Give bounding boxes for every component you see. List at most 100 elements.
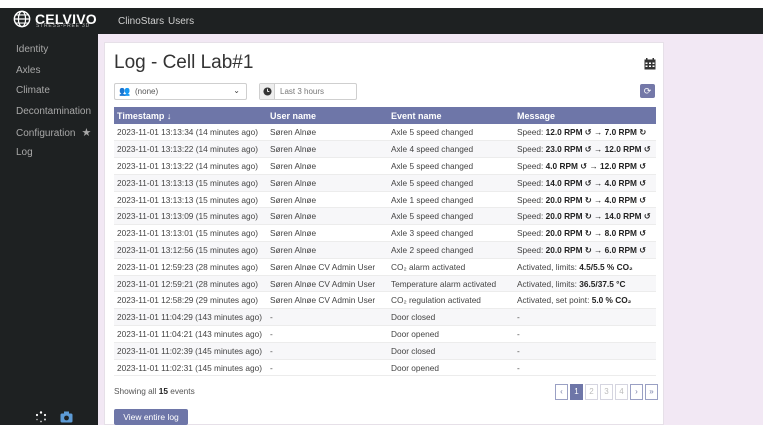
pager-last-button[interactable]: »	[645, 384, 658, 400]
message-prefix: -	[517, 362, 520, 373]
column-header-timestamp[interactable]: Timestamp ↓	[114, 107, 267, 124]
topnav-users[interactable]: Users	[168, 16, 194, 27]
view-entire-log-button[interactable]: View entire log	[114, 409, 188, 425]
showing-summary: Showing all 15 events	[114, 386, 195, 396]
cell-event: Door closed	[388, 342, 514, 360]
cell-message: -	[514, 325, 656, 343]
cell-message: Speed: 20.0 RPM ↻ → 6.0 RPM ↺	[514, 241, 656, 259]
column-header-user: User name	[267, 107, 388, 124]
table-row: 2023-11-01 12:59:23 (28 minutes ago) Søre…	[114, 258, 656, 276]
message-prefix: Speed:	[517, 127, 546, 138]
cell-timestamp: 2023-11-01 12:58:29 (29 minutes ago)	[114, 291, 267, 310]
time-filter-placeholder: Last 3 hours	[280, 87, 325, 96]
globe-icon	[13, 10, 31, 28]
cell-user: Søren Alnøe	[267, 191, 388, 209]
cell-event: Axle 1 speed changed	[388, 191, 514, 209]
sidebar-item-climate[interactable]: Climate	[16, 85, 50, 96]
camera-icon[interactable]	[60, 411, 73, 423]
message-prefix: Speed:	[517, 211, 546, 222]
star-icon: ★	[81, 127, 92, 139]
message-prefix: Activated, limits:	[517, 278, 580, 289]
cell-message: Speed: 20.0 RPM ↻ → 4.0 RPM ↺	[514, 191, 656, 209]
refresh-button[interactable]: ⟳	[640, 84, 655, 98]
pager-page-1[interactable]: 1	[570, 384, 583, 400]
pager-page-2[interactable]: 2	[585, 384, 598, 400]
cell-user: Søren Alnøe	[267, 224, 388, 243]
table-row: 2023-11-01 13:12:56 (15 minutes ago) Søre…	[114, 241, 656, 259]
message-prefix: -	[517, 328, 520, 339]
table-row: 2023-11-01 13:13:13 (15 minutes ago) Søre…	[114, 174, 656, 192]
cell-message: Activated, set point: 5.0 % CO₂	[514, 291, 656, 310]
cell-timestamp: 2023-11-01 12:59:23 (28 minutes ago)	[114, 258, 267, 276]
table-row: 2023-11-01 13:13:34 (14 minutes ago) Søre…	[114, 124, 656, 142]
cell-message: Speed: 20.0 RPM ↻ → 14.0 RPM ↺	[514, 207, 656, 226]
cell-timestamp: 2023-11-01 11:04:29 (143 minutes ago)	[114, 308, 267, 327]
chevron-down-icon: ⌄	[233, 86, 240, 95]
cell-event: Axle 5 speed changed	[388, 157, 514, 175]
pager-page-3[interactable]: 3	[600, 384, 613, 400]
sidebar-item-label: Configuration	[16, 128, 76, 139]
clock-icon	[263, 87, 272, 96]
table-row: 2023-11-01 13:13:22 (14 minutes ago) Søre…	[114, 157, 656, 175]
cell-message: -	[514, 308, 656, 327]
cell-timestamp: 2023-11-01 13:13:13 (15 minutes ago)	[114, 174, 267, 192]
sidebar-item-axles[interactable]: Axles	[16, 65, 40, 76]
cell-message: -	[514, 359, 656, 377]
pager-prev-button[interactable]: ‹	[555, 384, 568, 400]
cell-user: -	[267, 325, 388, 343]
sidebar-item-configuration[interactable]: Configuration ★	[16, 126, 91, 139]
cell-event: Door closed	[388, 308, 514, 327]
users-icon: 👥	[119, 86, 131, 96]
message-prefix: Activated, limits:	[517, 261, 580, 272]
topnav-clinostars[interactable]: ClinoStars	[118, 16, 164, 27]
message-value: 36.5/37.5 °C	[579, 278, 626, 289]
sort-desc-icon: ↓	[166, 110, 172, 121]
user-filter-select[interactable]: 👥 (none) ⌄	[114, 83, 247, 100]
cell-timestamp: 2023-11-01 13:12:56 (15 minutes ago)	[114, 241, 267, 259]
log-table: Timestamp ↓ User name Event name Message…	[114, 107, 656, 377]
cell-event: Door opened	[388, 325, 514, 343]
cell-message: Speed: 12.0 RPM ↺ → 7.0 RPM ↻	[514, 124, 656, 142]
time-filter-input[interactable]: Last 3 hours	[259, 83, 357, 100]
cell-timestamp: 2023-11-01 11:02:39 (145 minutes ago)	[114, 342, 267, 360]
cell-event: Axle 5 speed changed	[388, 174, 514, 192]
column-header-event: Event name	[388, 107, 514, 124]
pager-page-4[interactable]: 4	[615, 384, 628, 400]
cell-timestamp: 2023-11-01 13:13:09 (15 minutes ago)	[114, 207, 267, 226]
cell-event: Door opened	[388, 359, 514, 377]
table-row: 2023-11-01 13:13:01 (15 minutes ago) Søre…	[114, 224, 656, 243]
cell-message: Speed: 4.0 RPM ↺ → 12.0 RPM ↺	[514, 157, 656, 175]
sidebar-item-log[interactable]: Log	[16, 147, 33, 158]
calendar-icon[interactable]	[644, 58, 656, 70]
message-value: 4.5/5.5 % CO₂	[579, 261, 633, 272]
cell-event: CO₂ alarm activated	[388, 258, 514, 276]
column-header-label: Timestamp	[117, 110, 165, 121]
clock-addon	[260, 84, 275, 99]
table-row: 2023-11-01 11:04:29 (143 minutes ago) - Do…	[114, 308, 656, 327]
cell-message: Speed: 14.0 RPM ↺ → 4.0 RPM ↺	[514, 174, 656, 192]
table-row: 2023-11-01 13:13:09 (15 minutes ago) Søre…	[114, 207, 656, 226]
cell-user: Søren Alnøe	[267, 174, 388, 192]
message-value: 20.0 RPM ↻ → 6.0 RPM ↺	[545, 244, 647, 255]
pager-next-button[interactable]: ›	[630, 384, 643, 400]
cell-event: Axle 4 speed changed	[388, 140, 514, 159]
sidebar-item-identity[interactable]: Identity	[16, 44, 48, 55]
cell-event: Temperature alarm activated	[388, 275, 514, 293]
cell-user: -	[267, 342, 388, 360]
top-margin	[0, 0, 763, 8]
cell-message: Speed: 20.0 RPM ↻ → 8.0 RPM ↺	[514, 224, 656, 243]
message-prefix: Speed:	[517, 194, 546, 205]
message-value: 20.0 RPM ↻ → 8.0 RPM ↺	[545, 228, 647, 239]
table-row: 2023-11-01 12:58:29 (29 minutes ago) Søre…	[114, 291, 656, 310]
cell-user: -	[267, 308, 388, 327]
cell-message: Activated, limits: 4.5/5.5 % CO₂	[514, 258, 656, 276]
sidebar-item-decontamination[interactable]: Decontamination	[16, 106, 91, 117]
cell-timestamp: 2023-11-01 13:13:22 (14 minutes ago)	[114, 157, 267, 175]
showing-suffix: events	[170, 386, 195, 396]
top-navbar	[0, 8, 763, 34]
column-header-message: Message	[514, 107, 656, 124]
message-prefix: -	[517, 312, 520, 323]
message-value: 14.0 RPM ↺ → 4.0 RPM ↺	[545, 177, 647, 188]
message-value: 4.0 RPM ↺ → 12.0 RPM ↺	[545, 160, 647, 171]
cell-user: Søren Alnøe	[267, 207, 388, 226]
